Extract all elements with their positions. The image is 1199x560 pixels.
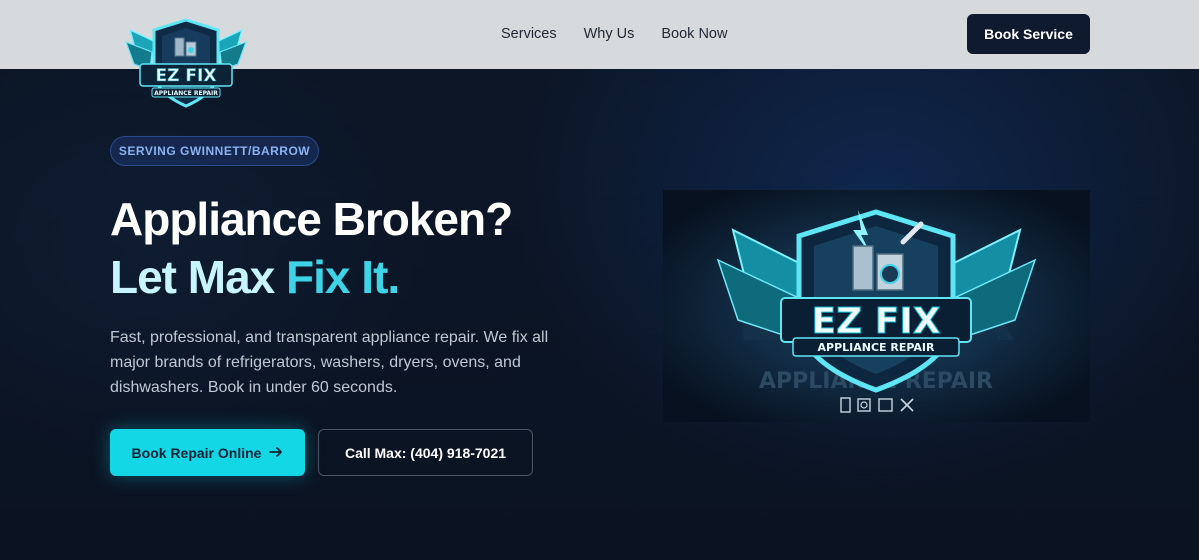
book-repair-online-label: Book Repair Online xyxy=(131,444,262,461)
hero-logo-image: EZ FIX APPLIANCE REPAIR EZ FIX APPLIANCE… xyxy=(663,190,1090,422)
image-title-text: EZ FIX xyxy=(812,301,941,342)
headline-part-b: Fix It. xyxy=(286,251,400,303)
book-service-button[interactable]: Book Service xyxy=(967,14,1090,54)
ez-fix-logo[interactable]: EZ FIX APPLIANCE REPAIR xyxy=(122,12,250,112)
call-max-button[interactable]: Call Max: (404) 918-7021 xyxy=(318,429,533,476)
hero-description: Fast, professional, and transparent appl… xyxy=(110,329,549,396)
headline-line-1: Appliance Broken? xyxy=(110,193,513,245)
book-repair-online-button[interactable]: Book Repair Online xyxy=(110,429,305,476)
nav-links: Services Why Us Book Now xyxy=(501,26,727,42)
nav-link-book-now[interactable]: Book Now xyxy=(661,26,727,42)
headline-part-a: Let Max xyxy=(110,251,287,303)
image-subtitle-text: APPLIANCE REPAIR xyxy=(818,341,936,354)
logo-subtitle-text: APPLIANCE REPAIR xyxy=(154,90,218,97)
arrow-right-icon xyxy=(269,445,283,461)
nav-link-services[interactable]: Services xyxy=(501,26,557,42)
nav-link-why-us[interactable]: Why Us xyxy=(584,26,635,42)
logo-title-text: EZ FIX xyxy=(156,66,217,86)
service-area-badge: SERVING GWINNETT/BARROW xyxy=(110,136,319,166)
hero-headline: Appliance Broken? Let Max Fix It. xyxy=(110,191,513,307)
headline-line-2: Let Max Fix It. xyxy=(110,247,512,307)
